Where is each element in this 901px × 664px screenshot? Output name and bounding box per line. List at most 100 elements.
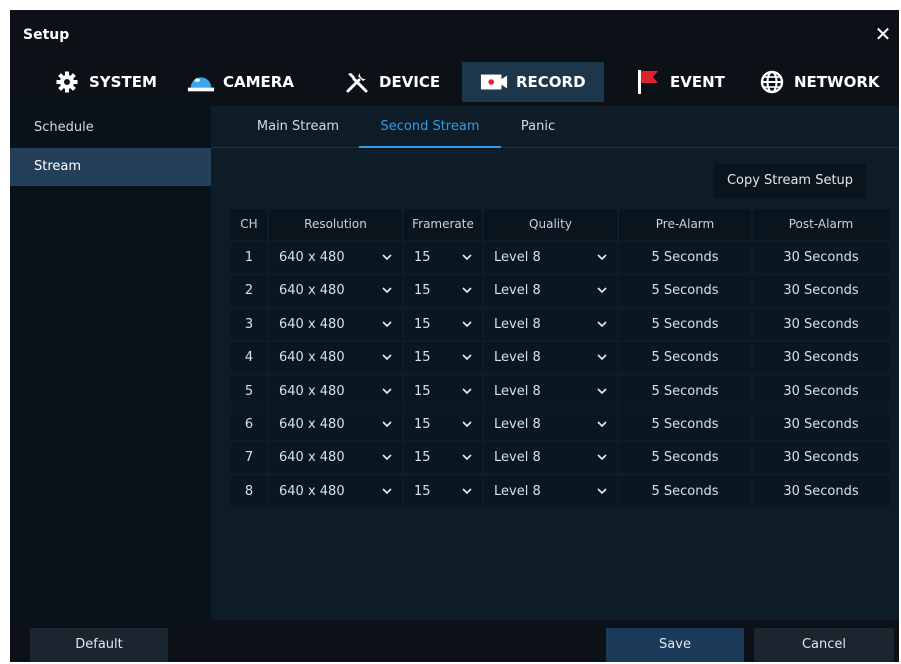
resolution-select[interactable]: 640 x 480 xyxy=(269,442,402,474)
tab-event-label: EVENT xyxy=(670,73,725,91)
framerate-select[interactable]: 15 xyxy=(404,442,482,474)
resolution-select-value: 640 x 480 xyxy=(279,283,345,299)
tab-network-label: NETWORK xyxy=(794,73,880,91)
subtab-main-stream[interactable]: Main Stream xyxy=(243,106,353,148)
resolution-select[interactable]: 640 x 480 xyxy=(269,275,402,307)
framerate-select[interactable]: 15 xyxy=(404,308,482,340)
tab-record[interactable]: RECORD xyxy=(462,62,604,102)
default-button[interactable]: Default xyxy=(30,628,168,662)
ch-cell: 3 xyxy=(231,308,267,340)
pre-alarm-cell[interactable]: 5 Seconds xyxy=(619,275,751,307)
quality-select[interactable]: Level 8 xyxy=(484,375,617,407)
pre-alarm-cell-value: 5 Seconds xyxy=(651,316,719,332)
title-bar: Setup ✕ xyxy=(10,10,899,60)
chevron-down-icon xyxy=(462,476,472,520)
post-alarm-cell[interactable]: 30 Seconds xyxy=(753,442,889,474)
framerate-select[interactable]: 15 xyxy=(404,375,482,407)
stream-panel: Main Stream Second Stream Panic Copy Str… xyxy=(211,106,899,620)
post-alarm-cell[interactable]: 30 Seconds xyxy=(753,275,889,307)
pre-alarm-cell[interactable]: 5 Seconds xyxy=(619,475,751,507)
resolution-select-value: 640 x 480 xyxy=(279,383,345,399)
quality-select[interactable]: Level 8 xyxy=(484,475,617,507)
header-resolution: Resolution xyxy=(269,209,402,240)
ch-cell-value: 6 xyxy=(244,417,254,432)
subtab-second-stream[interactable]: Second Stream xyxy=(359,106,501,148)
close-icon[interactable]: ✕ xyxy=(873,24,893,44)
post-alarm-cell[interactable]: 30 Seconds xyxy=(753,308,889,340)
tab-network[interactable]: NETWORK xyxy=(758,62,888,102)
post-alarm-cell-value: 30 Seconds xyxy=(783,450,859,466)
cancel-button[interactable]: Cancel xyxy=(754,628,894,662)
framerate-select[interactable]: 15 xyxy=(404,242,482,273)
quality-select[interactable]: Level 8 xyxy=(484,308,617,340)
pre-alarm-cell-value: 5 Seconds xyxy=(651,483,719,499)
copy-stream-setup-button[interactable]: Copy Stream Setup xyxy=(714,164,866,198)
resolution-select[interactable]: 640 x 480 xyxy=(269,242,402,273)
post-alarm-cell-value: 30 Seconds xyxy=(783,316,859,332)
quality-select-value: Level 8 xyxy=(494,450,541,466)
framerate-select[interactable]: 15 xyxy=(404,475,482,507)
pre-alarm-cell[interactable]: 5 Seconds xyxy=(619,342,751,374)
quality-select[interactable]: Level 8 xyxy=(484,442,617,474)
tab-event[interactable]: EVENT xyxy=(634,62,734,102)
resolution-select[interactable]: 640 x 480 xyxy=(269,475,402,507)
post-alarm-cell[interactable]: 30 Seconds xyxy=(753,475,889,507)
framerate-select[interactable]: 15 xyxy=(404,342,482,374)
tab-camera[interactable]: CAMERA xyxy=(187,62,307,102)
resolution-select[interactable]: 640 x 480 xyxy=(269,409,402,440)
sidebar-item-schedule[interactable]: Schedule xyxy=(10,109,211,147)
pre-alarm-cell-value: 5 Seconds xyxy=(651,383,719,399)
post-alarm-cell-value: 30 Seconds xyxy=(783,350,859,366)
pre-alarm-cell-value: 5 Seconds xyxy=(651,417,719,432)
quality-select[interactable]: Level 8 xyxy=(484,242,617,273)
pre-alarm-cell[interactable]: 5 Seconds xyxy=(619,242,751,273)
header-ch: CH xyxy=(231,209,267,240)
quality-select[interactable]: Level 8 xyxy=(484,275,617,307)
framerate-select-value: 15 xyxy=(414,417,431,432)
quality-select-value: Level 8 xyxy=(494,350,541,366)
window-title: Setup xyxy=(23,27,70,43)
quality-select-value: Level 8 xyxy=(494,283,541,299)
save-button[interactable]: Save xyxy=(606,628,744,662)
pre-alarm-cell-value: 5 Seconds xyxy=(651,350,719,366)
resolution-select[interactable]: 640 x 480 xyxy=(269,342,402,374)
post-alarm-cell[interactable]: 30 Seconds xyxy=(753,409,889,440)
ch-cell-value: 4 xyxy=(244,350,254,366)
post-alarm-cell-value: 30 Seconds xyxy=(783,417,859,432)
post-alarm-cell-value: 30 Seconds xyxy=(783,250,859,265)
post-alarm-cell[interactable]: 30 Seconds xyxy=(753,342,889,374)
header-post-alarm: Post-Alarm xyxy=(753,209,889,240)
pre-alarm-cell[interactable]: 5 Seconds xyxy=(619,409,751,440)
sidebar-item-stream[interactable]: Stream xyxy=(10,148,211,186)
post-alarm-cell[interactable]: 30 Seconds xyxy=(753,375,889,407)
pre-alarm-cell[interactable]: 5 Seconds xyxy=(619,375,751,407)
framerate-select[interactable]: 15 xyxy=(404,409,482,440)
framerate-select[interactable]: 15 xyxy=(404,275,482,307)
flag-icon xyxy=(634,70,662,94)
tab-system[interactable]: SYSTEM xyxy=(53,62,171,102)
tab-record-label: RECORD xyxy=(516,73,586,91)
quality-select-value: Level 8 xyxy=(494,250,541,265)
header-quality: Quality xyxy=(484,209,617,240)
ch-cell-value: 7 xyxy=(244,450,254,466)
chevron-down-icon xyxy=(382,476,392,520)
post-alarm-cell-value: 30 Seconds xyxy=(783,383,859,399)
ch-cell-value: 8 xyxy=(244,483,254,499)
resolution-select-value: 640 x 480 xyxy=(279,316,345,332)
sidebar: Schedule Stream xyxy=(10,106,211,620)
quality-select[interactable]: Level 8 xyxy=(484,342,617,374)
tab-device[interactable]: DEVICE xyxy=(343,62,453,102)
resolution-select[interactable]: 640 x 480 xyxy=(269,308,402,340)
quality-select[interactable]: Level 8 xyxy=(484,409,617,440)
tab-camera-label: CAMERA xyxy=(223,73,294,91)
post-alarm-cell[interactable]: 30 Seconds xyxy=(753,242,889,273)
resolution-select[interactable]: 640 x 480 xyxy=(269,375,402,407)
subtab-panic[interactable]: Panic xyxy=(508,106,568,148)
framerate-select-value: 15 xyxy=(414,283,431,299)
pre-alarm-cell[interactable]: 5 Seconds xyxy=(619,442,751,474)
ch-cell-value: 2 xyxy=(244,283,254,299)
pre-alarm-cell[interactable]: 5 Seconds xyxy=(619,308,751,340)
framerate-select-value: 15 xyxy=(414,383,431,399)
ch-cell: 1 xyxy=(231,242,267,273)
tab-system-label: SYSTEM xyxy=(89,73,157,91)
